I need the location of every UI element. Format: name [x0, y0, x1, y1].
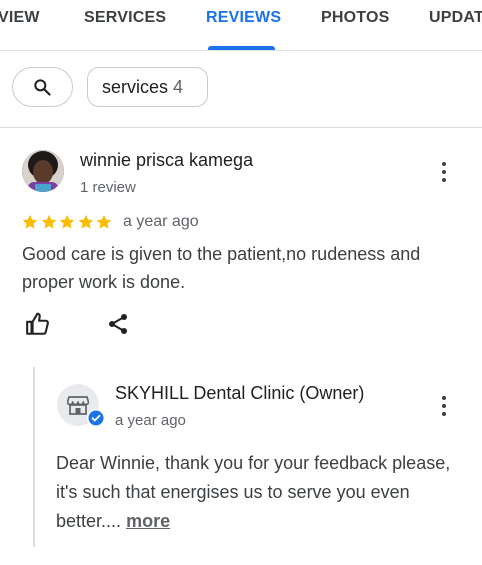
thumbs-up-icon	[26, 312, 49, 335]
reviewer-avatar[interactable]	[22, 150, 64, 192]
star-icon	[78, 214, 93, 229]
star-icon	[96, 214, 112, 229]
owner-reply-date: a year ago	[115, 412, 186, 429]
services-filter-chip[interactable]: services 4	[87, 67, 208, 107]
avatar-photo	[22, 150, 64, 192]
services-chip-label: services 4	[102, 77, 183, 98]
review-filters: services 4	[0, 51, 482, 128]
tab-reviews[interactable]: REVIEWS	[206, 9, 281, 27]
star-icon	[41, 214, 56, 229]
review-more-options-icon[interactable]	[432, 160, 456, 186]
verified-badge	[87, 409, 105, 427]
search-icon	[34, 79, 51, 96]
share-button[interactable]	[106, 311, 130, 342]
review-text: Good care is given to the patient,no rud…	[22, 244, 421, 292]
star-icon	[59, 214, 75, 229]
star-icon	[22, 214, 38, 229]
owner-name: SKYHILL Dental Clinic (Owner)	[115, 383, 365, 403]
active-tab-indicator	[208, 46, 275, 50]
verified-check-icon	[88, 410, 104, 426]
reviewer-name[interactable]: winnie prisca kamega	[80, 150, 253, 171]
tab-photos[interactable]: PHOTOS	[321, 9, 389, 27]
star-rating	[21, 213, 114, 233]
share-icon	[109, 314, 127, 334]
chip-count: 4	[173, 77, 184, 97]
tab-services[interactable]: SERVICES	[84, 9, 166, 27]
owner-reply-more-options-icon[interactable]	[432, 394, 456, 420]
tab-updates[interactable]: UPDAT	[429, 9, 482, 27]
store-icon	[67, 396, 89, 415]
owner-reply-body: Dear Winnie, thank you for your feedback…	[56, 453, 451, 531]
reviewer-review-count: 1 review	[80, 179, 136, 196]
chip-text: services	[102, 77, 169, 97]
more-link[interactable]: more	[126, 511, 170, 531]
owner-reply-text: Dear Winnie, thank you for your feedback…	[56, 449, 474, 536]
search-reviews-button[interactable]	[12, 67, 73, 107]
review-date: a year ago	[123, 213, 199, 230]
owner-reply-divider	[33, 367, 35, 547]
tab-bar: VIEW SERVICES REVIEWS PHOTOS UPDAT	[0, 0, 482, 51]
helpful-button[interactable]	[25, 311, 51, 342]
tab-overview[interactable]: VIEW	[0, 9, 40, 27]
